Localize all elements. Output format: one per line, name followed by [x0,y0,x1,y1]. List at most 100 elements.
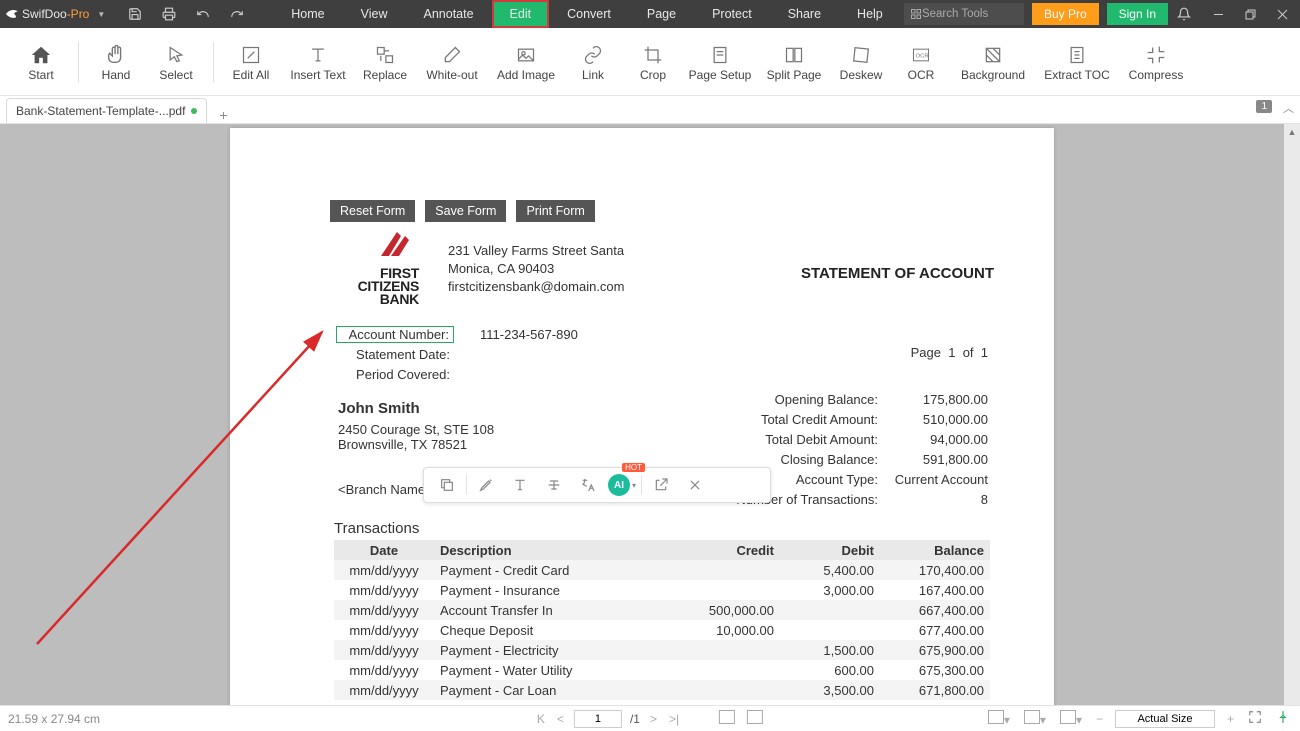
fullscreen-icon[interactable] [1246,710,1264,727]
zoom-input[interactable] [1115,710,1215,728]
close-icon[interactable] [1268,0,1296,28]
buy-pro-button[interactable]: Buy Pro [1032,3,1099,25]
pdf-page[interactable]: Reset Form Save Form Print Form FIRSTCIT… [230,128,1054,705]
rib-extract-toc[interactable]: Extract TOC [1036,32,1118,92]
background-icon [983,42,1003,68]
transactions-table: DateDescriptionCreditDebitBalance mm/dd/… [334,540,990,700]
eraser-icon [442,42,462,68]
print-icon[interactable] [161,6,177,22]
undo-icon[interactable] [195,6,211,22]
form-buttons: Reset Form Save Form Print Form [330,200,595,222]
rib-ocr[interactable]: OCROCR [892,32,950,92]
page-nav: K < /1 > >| [535,710,765,728]
rib-hand[interactable]: Hand [87,32,145,92]
rib-link[interactable]: Link [564,32,622,92]
add-tab-button[interactable]: + [219,107,227,123]
table-row: mm/dd/yyyyPayment - Car Loan3,500.00671,… [334,680,990,700]
bank-address: 231 Valley Farms Street SantaMonica, CA … [448,242,624,296]
export-icon[interactable] [644,471,678,499]
prev-view-icon[interactable] [717,710,737,727]
rib-edit-all[interactable]: Edit All [222,32,280,92]
image-icon [516,42,536,68]
app-name: SwifDoo-Pro [22,7,89,21]
cursor-icon [166,42,186,68]
rib-crop[interactable]: Crop [624,32,682,92]
rib-replace[interactable]: Replace [356,32,414,92]
doc-tab[interactable]: Bank-Statement-Template-...pdf [6,98,207,123]
highlight-icon[interactable] [469,471,503,499]
page-count-badge: 1 [1256,100,1272,113]
menu-help[interactable]: Help [839,0,901,28]
rib-split-page[interactable]: Split Page [758,32,830,92]
pin-icon[interactable] [1274,710,1292,727]
account-info: Account Number:111-234-567-890 Statement… [336,324,578,384]
bird-icon [4,6,20,22]
sign-in-button[interactable]: Sign In [1107,3,1168,25]
maximize-icon[interactable] [1236,0,1264,28]
grid-icon [910,8,922,20]
page-input[interactable] [574,710,622,728]
zoom-out-icon[interactable]: − [1094,712,1105,726]
strikethrough-icon[interactable] [537,471,571,499]
redo-icon[interactable] [229,6,245,22]
menu-view[interactable]: View [343,0,406,28]
next-view-icon[interactable] [745,710,765,727]
app-logo: SwifDoo-Pro ▼ [4,6,105,22]
rib-add-image[interactable]: Add Image [490,32,562,92]
menu-edit[interactable]: Edit [492,0,550,28]
search-input[interactable] [922,8,1012,20]
view-mode-3-icon[interactable]: ▾ [1058,710,1084,727]
edit-icon [241,42,261,68]
translate-icon[interactable] [571,471,605,499]
menu-page[interactable]: Page [629,0,694,28]
ai-icon[interactable]: AI▾HOT [605,471,639,499]
vertical-scrollbar[interactable]: ▲ [1284,124,1300,705]
rib-compress[interactable]: Compress [1120,32,1192,92]
rib-deskew[interactable]: Deskew [832,32,890,92]
prev-page-icon[interactable]: < [555,712,566,726]
menu-home[interactable]: Home [273,0,342,28]
titlebar-right: Buy Pro Sign In [904,0,1296,28]
menu-protect[interactable]: Protect [694,0,770,28]
menu-convert[interactable]: Convert [549,0,629,28]
save-icon[interactable] [127,6,143,22]
separator [641,475,642,495]
chevron-up-icon[interactable]: ︿ [1283,100,1294,116]
view-mode-2-icon[interactable]: ▾ [1022,710,1048,727]
next-page-icon[interactable]: > [648,712,659,726]
zoom-in-icon[interactable]: + [1225,712,1236,726]
app-menu-caret[interactable]: ▼ [97,10,105,19]
period-covered-label: Period Covered: [336,367,454,382]
text-icon [308,42,328,68]
reset-form-button[interactable]: Reset Form [330,200,415,222]
rib-insert-text[interactable]: Insert Text [282,32,354,92]
rib-start[interactable]: Start [12,32,70,92]
save-form-button[interactable]: Save Form [425,200,506,222]
statement-date-label: Statement Date: [336,347,454,362]
view-mode-1-icon[interactable]: ▾ [986,710,1012,727]
menu-share[interactable]: Share [770,0,839,28]
rib-select[interactable]: Select [147,32,205,92]
table-row: mm/dd/yyyyPayment - Electricity1,500.006… [334,640,990,660]
text-tool-icon[interactable] [503,471,537,499]
home-icon [30,42,52,68]
last-page-icon[interactable]: >| [667,712,681,726]
close-toolbar-icon[interactable] [678,471,712,499]
rib-page-setup[interactable]: Page Setup [684,32,756,92]
print-form-button[interactable]: Print Form [516,200,594,222]
statusbar: 21.59 x 27.94 cm K < /1 > >| ▾ ▾ ▾ − + [0,705,1300,731]
branch-name: <Branch Name> [338,482,433,497]
minimize-icon[interactable] [1204,0,1232,28]
menu-annotate[interactable]: Annotate [406,0,492,28]
account-number-label[interactable]: Account Number: [336,326,454,343]
rib-whiteout[interactable]: White-out [416,32,488,92]
copy-icon[interactable] [430,471,464,499]
first-page-icon[interactable]: K [535,712,547,726]
modified-dot-icon [191,108,197,114]
search-tools[interactable] [904,3,1024,25]
scroll-up-icon[interactable]: ▲ [1284,124,1300,140]
customer-name: John Smith [338,400,494,417]
bell-icon[interactable] [1176,6,1192,22]
rib-background[interactable]: Background [952,32,1034,92]
page-total: /1 [630,712,640,726]
